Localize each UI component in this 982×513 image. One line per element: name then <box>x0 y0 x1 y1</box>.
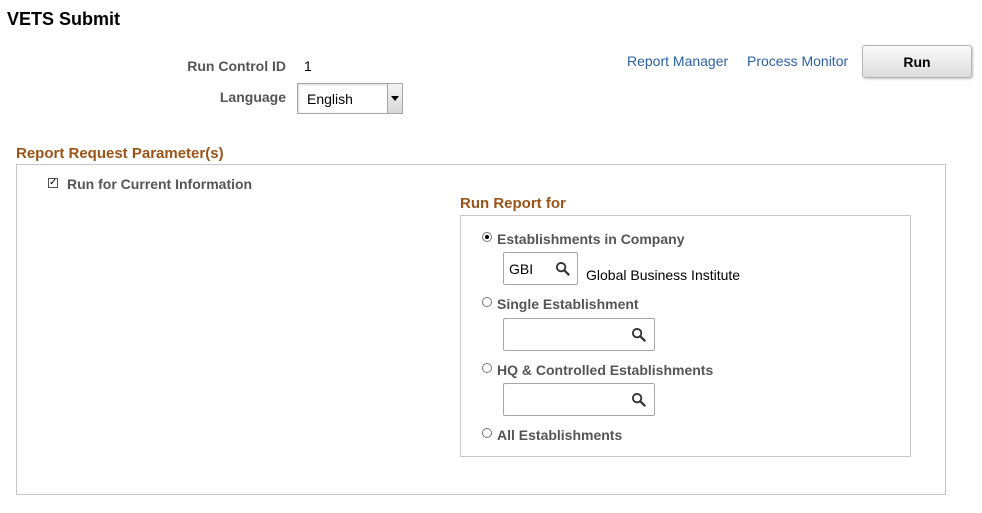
establishments-in-company-label: Establishments in Company <box>497 231 685 247</box>
run-for-current-info-label: Run for Current Information <box>67 176 253 192</box>
all-establishments-radio[interactable] <box>482 428 492 438</box>
search-icon[interactable] <box>631 392 646 407</box>
single-establishment-field[interactable] <box>503 318 655 351</box>
company-description: Global Business Institute <box>586 267 741 283</box>
hq-establishment-field[interactable] <box>503 383 655 416</box>
process-monitor-link[interactable]: Process Monitor <box>747 53 848 69</box>
all-establishments-label: All Establishments <box>497 427 623 443</box>
page-title: VETS Submit <box>7 9 121 29</box>
run-report-for-title: Run Report for <box>460 195 566 212</box>
checkmark-icon: ✓ <box>49 177 58 188</box>
language-select-value: English <box>307 91 353 107</box>
company-field-value: GBI <box>509 261 534 277</box>
language-select[interactable]: English <box>297 83 403 114</box>
search-icon[interactable] <box>631 327 646 342</box>
chevron-down-icon[interactable] <box>387 84 402 113</box>
hq-controlled-establishments-label: HQ & Controlled Establishments <box>497 362 714 378</box>
run-button[interactable]: Run <box>862 45 972 78</box>
language-label: Language <box>219 89 286 105</box>
report-request-parameters-title: Report Request Parameter(s) <box>16 145 224 162</box>
establishments-in-company-radio[interactable] <box>482 232 492 242</box>
run-control-id-value: 1 <box>304 58 312 74</box>
single-establishment-radio[interactable] <box>482 297 492 307</box>
run-control-id-label: Run Control ID <box>187 58 286 74</box>
hq-controlled-establishments-radio[interactable] <box>482 363 492 373</box>
single-establishment-label: Single Establishment <box>497 296 639 312</box>
company-field[interactable]: GBI <box>503 252 578 285</box>
run-for-current-info-checkbox[interactable]: ✓ <box>48 178 58 188</box>
report-manager-link[interactable]: Report Manager <box>627 53 728 69</box>
search-icon[interactable] <box>555 261 570 276</box>
